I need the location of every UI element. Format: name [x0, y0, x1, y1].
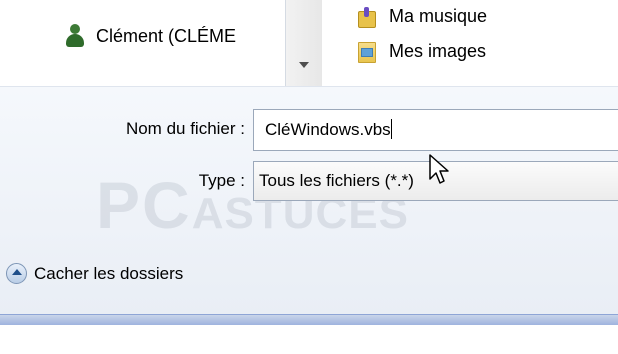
hide-folders-label: Cacher les dossiers: [34, 263, 184, 283]
folder-list: Ma musique Mes images: [322, 0, 618, 86]
folder-item-label: Mes images: [389, 40, 487, 61]
user-icon: [63, 23, 87, 49]
folder-item-label: Ma musique: [389, 5, 488, 26]
collapse-arrow-icon: [6, 263, 27, 284]
folder-item-ma-musique[interactable]: Ma musique: [355, 1, 487, 31]
scroll-down-arrow-icon[interactable]: [299, 62, 309, 68]
filename-label: Nom du fichier :: [125, 119, 245, 138]
folder-item-mes-images[interactable]: Mes images: [355, 36, 486, 66]
file-type-value: Tous les fichiers (*.*): [259, 171, 414, 190]
pictures-folder-icon: [355, 40, 377, 63]
window-bottom-band: [0, 314, 618, 325]
navigation-pane: Clément (CLÉME: [0, 0, 286, 86]
window-bottom-area: [0, 325, 618, 354]
nav-user-item[interactable]: Clément (CLÉME: [63, 22, 236, 50]
nav-scrollbar[interactable]: [286, 0, 323, 86]
hide-folders-button[interactable]: Cacher les dossiers: [6, 263, 183, 284]
type-label: Type :: [198, 171, 245, 190]
text-caret: [390, 119, 392, 139]
save-dialog-form: PCASTUCES Nom du fichier : CléWindows.vb…: [0, 86, 618, 315]
filename-input[interactable]: CléWindows.vbs: [253, 109, 618, 151]
nav-user-label: Clément (CLÉME: [96, 25, 237, 46]
filename-value: CléWindows.vbs: [265, 120, 391, 139]
music-folder-icon: [355, 5, 377, 28]
mouse-pointer-icon: [429, 154, 449, 184]
